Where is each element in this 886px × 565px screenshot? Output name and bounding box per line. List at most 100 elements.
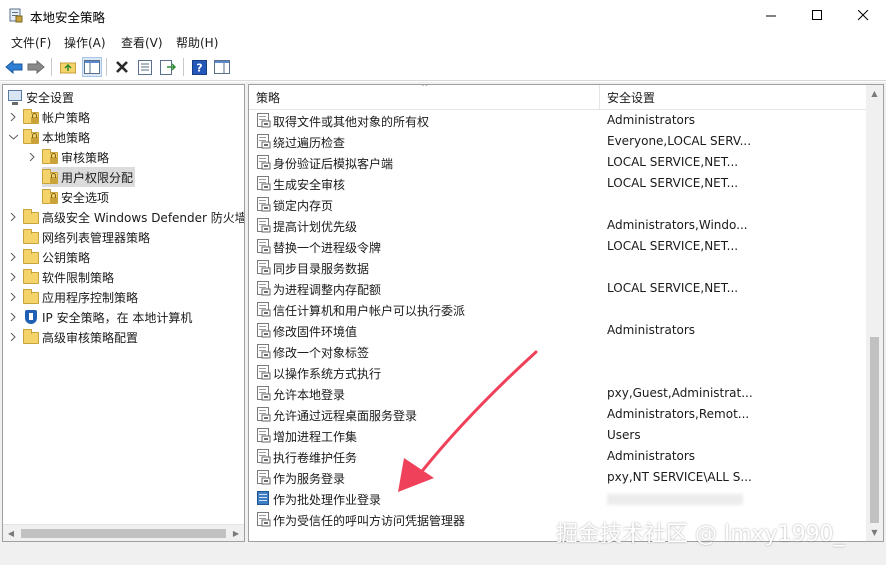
- security-policy-app-icon: [9, 8, 23, 23]
- tree-item-label: 用户权限分配: [61, 170, 134, 185]
- policy-document-icon: [257, 365, 271, 380]
- tree-item-label: 安全设置: [26, 90, 75, 105]
- scroll-right-icon[interactable]: ▶: [228, 525, 244, 541]
- tree-item-label: IP 安全策略，在 本地计算机: [42, 310, 193, 325]
- monitor-icon: [7, 89, 23, 105]
- folder-lock-icon: [42, 169, 58, 185]
- policy-row[interactable]: 允许本地登录 pxy,Guest,Administrat...: [249, 383, 867, 404]
- chevron-right-icon[interactable]: [7, 287, 19, 307]
- maximize-button[interactable]: [794, 0, 840, 31]
- tree-item-ip-security[interactable]: IP 安全策略，在 本地计算机: [7, 307, 192, 327]
- show-action-pane-button[interactable]: [212, 57, 232, 77]
- tree-item-security-options[interactable]: 安全选项: [42, 187, 109, 207]
- chevron-right-icon[interactable]: [7, 267, 19, 287]
- policy-name: 锁定内存页: [273, 199, 334, 213]
- policy-name: 同步目录服务数据: [273, 262, 370, 276]
- chevron-right-icon[interactable]: [7, 207, 19, 227]
- forward-button[interactable]: [26, 57, 46, 77]
- scroll-up-icon[interactable]: ▲: [866, 85, 883, 102]
- tree-item-audit-policy[interactable]: 审核策略: [26, 147, 109, 167]
- tree-item-label: 公钥策略: [42, 250, 91, 265]
- chevron-down-icon[interactable]: [7, 127, 19, 147]
- policy-setting: Administrators: [607, 323, 696, 337]
- chevron-right-icon[interactable]: [26, 147, 38, 167]
- show-hide-tree-button[interactable]: [82, 57, 102, 77]
- policy-row[interactable]: 修改一个对象标签: [249, 341, 867, 362]
- policy-setting: Everyone,LOCAL SERV...: [607, 134, 752, 148]
- policy-row[interactable]: 执行卷维护任务 Administrators: [249, 446, 867, 467]
- policy-row[interactable]: 替换一个进程级令牌 LOCAL SERVICE,NET...: [249, 236, 867, 257]
- chevron-right-icon[interactable]: [7, 307, 19, 327]
- delete-x-icon: [116, 61, 128, 73]
- help-button[interactable]: ?: [189, 57, 209, 77]
- menu-action[interactable]: 操作(A): [64, 34, 106, 51]
- policy-row[interactable]: 提高计划优先级 Administrators,Windo...: [249, 215, 867, 236]
- policy-row[interactable]: 信任计算机和用户帐户可以执行委派: [249, 299, 867, 320]
- policy-row[interactable]: 绕过遍历检查 Everyone,LOCAL SERV...: [249, 131, 867, 152]
- menu-view[interactable]: 查看(V): [121, 34, 163, 51]
- tree-item-local-policies[interactable]: 本地策略: [7, 127, 90, 147]
- policy-row[interactable]: 锁定内存页: [249, 194, 867, 215]
- tree-item-public-key-policies[interactable]: 公钥策略: [7, 247, 90, 267]
- help-icon: ?: [191, 59, 207, 75]
- tree-item-application-control[interactable]: 应用程序控制策略: [7, 287, 138, 307]
- shield-icon: [23, 309, 39, 325]
- policy-row[interactable]: 作为批处理作业登录: [249, 488, 867, 509]
- scrollbar-thumb[interactable]: [21, 529, 226, 538]
- policy-document-icon: [257, 449, 271, 464]
- tree-item-advanced-audit[interactable]: 高级审核策略配置: [7, 327, 138, 347]
- export-list-button[interactable]: [158, 57, 178, 77]
- folder-icon: [23, 209, 39, 225]
- folder-icon: [23, 329, 39, 345]
- chevron-right-icon[interactable]: [7, 107, 19, 127]
- up-folder-button[interactable]: [58, 57, 78, 77]
- tree-item-label: 网络列表管理器策略: [42, 230, 151, 245]
- chevron-right-icon[interactable]: [7, 327, 19, 347]
- tree-item-software-restriction[interactable]: 软件限制策略: [7, 267, 114, 287]
- back-button[interactable]: [4, 57, 24, 77]
- policy-list-pane: 策略 ^ 安全设置 取得文件或其他对象的所有权 Administrators 绕过遍…: [248, 84, 884, 542]
- minimize-button[interactable]: [748, 0, 794, 31]
- tree-item-defender-firewall[interactable]: 高级安全 Windows Defender 防火墙: [7, 207, 244, 227]
- policy-name: 生成安全审核: [273, 178, 346, 192]
- policy-row[interactable]: 身份验证后模拟客户端 LOCAL SERVICE,NET...: [249, 152, 867, 173]
- tree-item-user-rights-assignment[interactable]: 用户权限分配: [42, 167, 136, 187]
- column-header-setting[interactable]: 安全设置: [600, 85, 867, 110]
- scroll-left-icon[interactable]: ◀: [3, 525, 19, 541]
- tree-item-security-settings[interactable]: 安全设置: [7, 87, 74, 107]
- horizontal-scrollbar[interactable]: ◀ ▶: [3, 524, 244, 541]
- properties-button[interactable]: [135, 57, 155, 77]
- vertical-scrollbar[interactable]: ▲ ▼: [866, 85, 883, 541]
- policy-setting: LOCAL SERVICE,NET...: [607, 155, 739, 169]
- menu-file[interactable]: 文件(F): [11, 34, 51, 51]
- tree-item-account-policies[interactable]: 帐户策略: [7, 107, 90, 127]
- policy-name: 身份验证后模拟客户端: [273, 157, 394, 171]
- column-header-policy[interactable]: 策略 ^: [249, 85, 600, 110]
- policy-row[interactable]: 取得文件或其他对象的所有权 Administrators: [249, 110, 867, 131]
- title-bar: 本地安全策略: [0, 0, 886, 31]
- policy-row[interactable]: 以操作系统方式执行: [249, 362, 867, 383]
- scroll-down-icon[interactable]: ▼: [866, 524, 883, 541]
- policy-row[interactable]: 增加进程工作集 Users: [249, 425, 867, 446]
- policy-name: 作为批处理作业登录: [273, 493, 382, 507]
- folder-lock-icon: [23, 129, 39, 145]
- folder-icon: [23, 269, 39, 285]
- policy-document-icon: [257, 281, 271, 296]
- menu-help[interactable]: 帮助(H): [176, 34, 218, 51]
- scrollbar-thumb[interactable]: [870, 337, 879, 523]
- policy-row[interactable]: 为进程调整内存配额 LOCAL SERVICE,NET...: [249, 278, 867, 299]
- folder-lock-icon: [42, 189, 58, 205]
- policy-setting: LOCAL SERVICE,NET...: [607, 176, 739, 190]
- policy-document-icon: [257, 491, 269, 505]
- policy-row[interactable]: 修改固件环境值 Administrators: [249, 320, 867, 341]
- tree-item-network-list-manager[interactable]: 网络列表管理器策略: [23, 227, 150, 247]
- delete-button[interactable]: [112, 57, 132, 77]
- policy-row[interactable]: 同步目录服务数据: [249, 257, 867, 278]
- policy-row[interactable]: 允许通过远程桌面服务登录 Administrators,Remot...: [249, 404, 867, 425]
- chevron-right-icon[interactable]: [7, 247, 19, 267]
- tree-item-label: 本地策略: [42, 130, 91, 145]
- policy-document-icon: [257, 197, 271, 212]
- close-button[interactable]: [840, 0, 886, 31]
- policy-row[interactable]: 生成安全审核 LOCAL SERVICE,NET...: [249, 173, 867, 194]
- policy-row[interactable]: 作为服务登录 pxy,NT SERVICE\ALL S...: [249, 467, 867, 488]
